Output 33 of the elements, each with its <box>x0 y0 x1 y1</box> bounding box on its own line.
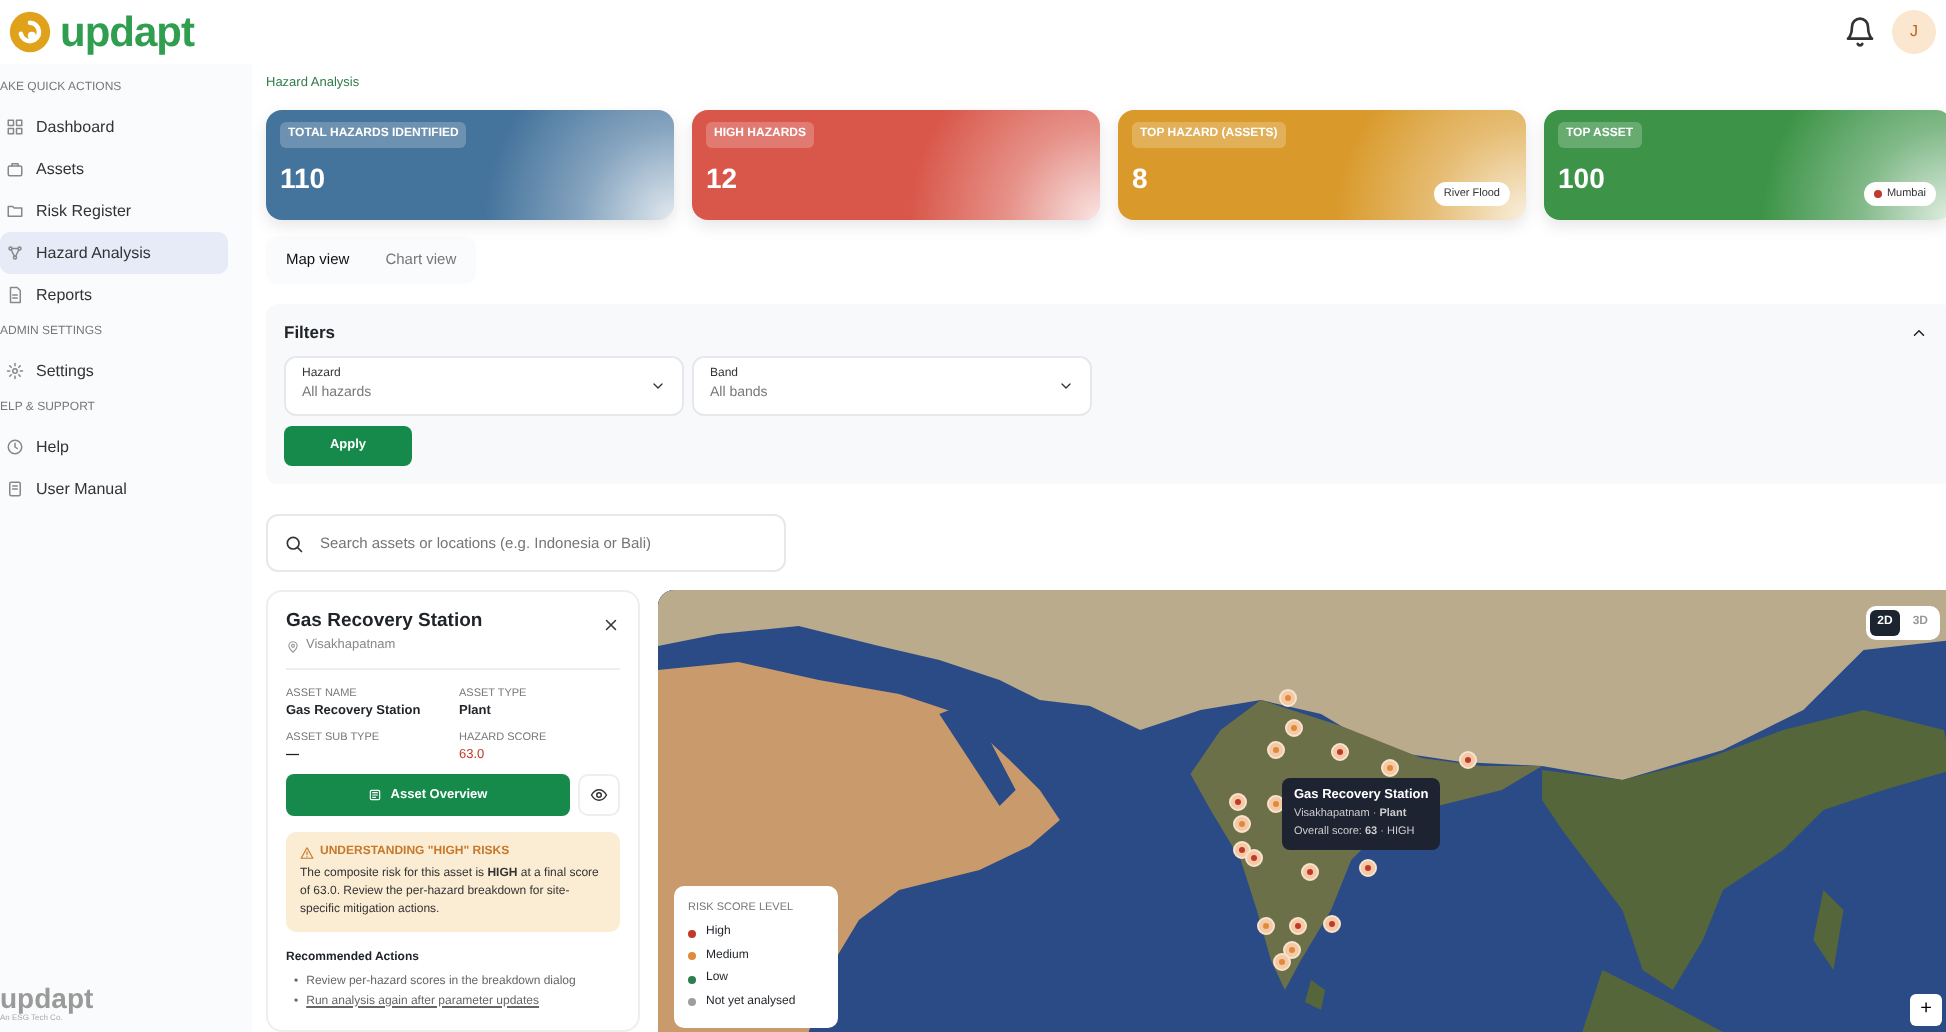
view-button[interactable] <box>578 774 620 816</box>
footer-logo: updapt <box>0 984 96 1012</box>
asset-title: Gas Recovery Station <box>286 608 483 636</box>
briefcase-icon <box>6 160 24 178</box>
sidebar-item[interactable]: User Manual <box>0 468 228 510</box>
location-pin-icon <box>286 639 300 654</box>
sidebar-item[interactable]: Risk Register <box>0 190 228 232</box>
close-icon[interactable] <box>602 616 620 634</box>
network-icon <box>6 244 24 262</box>
zoom-in-button[interactable]: + <box>1910 994 1942 1026</box>
report-icon <box>368 788 383 802</box>
folder-icon <box>6 202 24 220</box>
document-icon <box>6 286 24 304</box>
sidebar-item[interactable]: Dashboard <box>0 106 228 148</box>
book-icon <box>6 480 24 498</box>
logo-icon <box>8 10 52 54</box>
eye-icon <box>590 786 608 804</box>
sidebar-item[interactable]: Reports <box>0 274 228 316</box>
stat-value: 12 <box>706 164 740 192</box>
sidebar-item[interactable]: Hazard Analysis <box>0 232 228 274</box>
notification-icon[interactable] <box>1844 16 1876 48</box>
grid-icon <box>6 118 24 136</box>
user-avatar[interactable]: J <box>1892 10 1936 54</box>
sidebar-item[interactable]: Settings <box>0 350 228 392</box>
warning-icon <box>300 846 314 860</box>
panel-title: Filters <box>284 320 336 346</box>
sidebar-item[interactable]: Help <box>0 426 228 468</box>
settings-icon <box>6 362 24 380</box>
stat-value: 110 <box>280 164 328 192</box>
search-icon <box>284 534 304 554</box>
sidebar-item[interactable]: Assets <box>0 148 228 190</box>
clock-icon <box>6 438 24 456</box>
logo-text: updapt <box>60 11 194 53</box>
